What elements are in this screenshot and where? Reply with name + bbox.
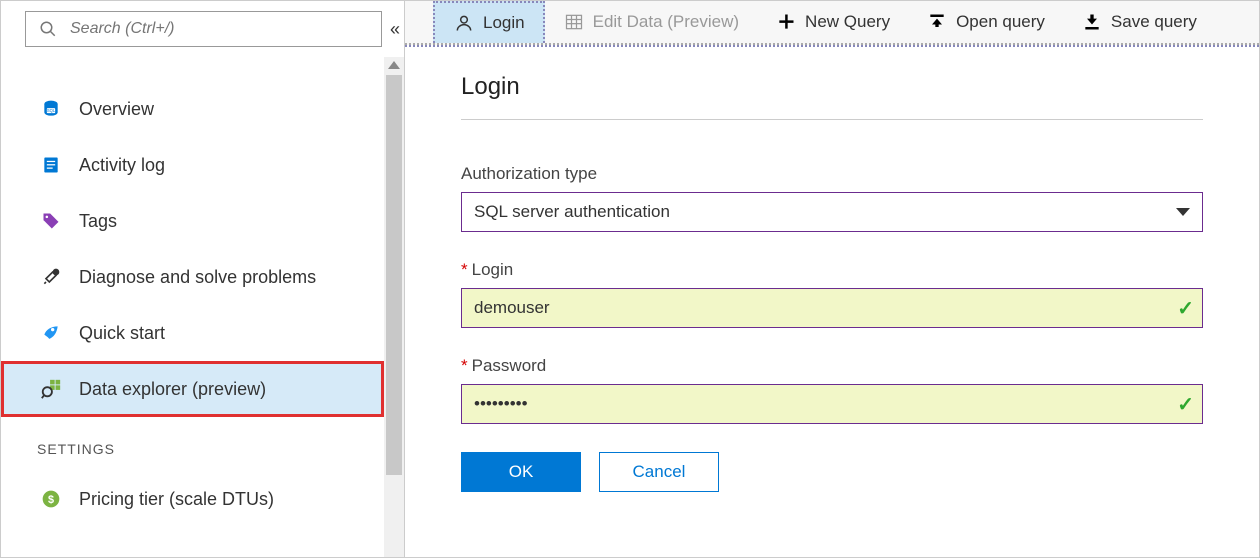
- toolbar: Login Edit Data (Preview) New Query Open…: [405, 1, 1259, 45]
- plus-icon: [775, 11, 797, 33]
- select-value: SQL server authentication: [474, 202, 670, 222]
- login-group: * Login ✓: [461, 260, 1203, 328]
- log-icon: [39, 153, 63, 177]
- sidebar-item-label: Pricing tier (scale DTUs): [79, 489, 274, 510]
- svg-text:SQL: SQL: [47, 108, 56, 113]
- password-label: * Password: [461, 356, 1203, 376]
- login-label: * Login: [461, 260, 1203, 280]
- pricing-icon: $: [39, 487, 63, 511]
- password-group: * Password ✓: [461, 356, 1203, 424]
- password-input-wrap: ✓: [461, 384, 1203, 424]
- tab-edit-data: Edit Data (Preview): [545, 1, 757, 43]
- sidebar-item-label: Tags: [79, 211, 117, 232]
- save-query-button[interactable]: Save query: [1063, 1, 1215, 43]
- search-input[interactable]: [70, 20, 371, 38]
- sidebar-item-label: Quick start: [79, 323, 165, 344]
- main-panel: Login Edit Data (Preview) New Query Open…: [405, 1, 1259, 557]
- open-icon: [926, 11, 948, 33]
- scroll-up-icon[interactable]: [388, 61, 400, 69]
- tab-label: Edit Data (Preview): [593, 12, 739, 32]
- search-icon: [36, 17, 60, 41]
- quickstart-icon: [39, 321, 63, 345]
- search-row: «: [1, 1, 404, 57]
- scrollbar-thumb[interactable]: [386, 75, 402, 475]
- sidebar-item-tags[interactable]: Tags: [1, 193, 384, 249]
- sidebar-item-label: Activity log: [79, 155, 165, 176]
- check-icon: ✓: [1177, 392, 1194, 417]
- sql-database-icon: SQL: [39, 97, 63, 121]
- sidebar-item-pricing-tier[interactable]: $ Pricing tier (scale DTUs): [1, 471, 384, 527]
- sidebar-item-diagnose[interactable]: Diagnose and solve problems: [1, 249, 384, 305]
- svg-text:$: $: [48, 494, 54, 506]
- new-query-button[interactable]: New Query: [757, 1, 908, 43]
- search-box[interactable]: [25, 11, 382, 47]
- sidebar-item-activity-log[interactable]: Activity log: [1, 137, 384, 193]
- button-row: OK Cancel: [461, 452, 1203, 492]
- login-form: Login Authorization type SQL server auth…: [405, 45, 1259, 557]
- sidebar-scrollbar[interactable]: [384, 57, 404, 557]
- button-label: New Query: [805, 12, 890, 32]
- sidebar-item-data-explorer[interactable]: Data explorer (preview): [1, 361, 384, 417]
- sidebar-item-label: Data explorer (preview): [79, 379, 266, 400]
- cancel-button[interactable]: Cancel: [599, 452, 719, 492]
- check-icon: ✓: [1177, 296, 1194, 321]
- sidebar-item-overview[interactable]: SQL Overview: [1, 81, 384, 137]
- sidebar: « SQL Overview Activity log Tags: [1, 1, 405, 557]
- open-query-button[interactable]: Open query: [908, 1, 1063, 43]
- auth-type-select[interactable]: SQL server authentication: [461, 192, 1203, 232]
- ok-button[interactable]: OK: [461, 452, 581, 492]
- tag-icon: [39, 209, 63, 233]
- grid-icon: [563, 11, 585, 33]
- auth-type-group: Authorization type SQL server authentica…: [461, 164, 1203, 232]
- page-title: Login: [461, 73, 1203, 120]
- required-icon: *: [461, 356, 468, 376]
- login-input-wrap: ✓: [461, 288, 1203, 328]
- tab-login[interactable]: Login: [433, 1, 545, 43]
- tools-icon: [39, 265, 63, 289]
- settings-header: SETTINGS: [1, 417, 384, 471]
- auth-type-label: Authorization type: [461, 164, 1203, 184]
- password-input[interactable]: [474, 385, 1177, 423]
- login-input[interactable]: [474, 289, 1177, 327]
- tab-label: Login: [483, 13, 525, 33]
- user-icon: [453, 12, 475, 34]
- nav-list: SQL Overview Activity log Tags: [1, 57, 384, 557]
- data-explorer-icon: [39, 377, 63, 401]
- save-icon: [1081, 11, 1103, 33]
- sidebar-body: SQL Overview Activity log Tags: [1, 57, 404, 557]
- button-label: Save query: [1111, 12, 1197, 32]
- required-icon: *: [461, 260, 468, 280]
- collapse-sidebar-icon[interactable]: «: [390, 19, 398, 40]
- sidebar-item-label: Diagnose and solve problems: [79, 267, 316, 288]
- chevron-down-icon: [1176, 208, 1190, 216]
- button-label: Open query: [956, 12, 1045, 32]
- sidebar-item-label: Overview: [79, 99, 154, 120]
- sidebar-item-quick-start[interactable]: Quick start: [1, 305, 384, 361]
